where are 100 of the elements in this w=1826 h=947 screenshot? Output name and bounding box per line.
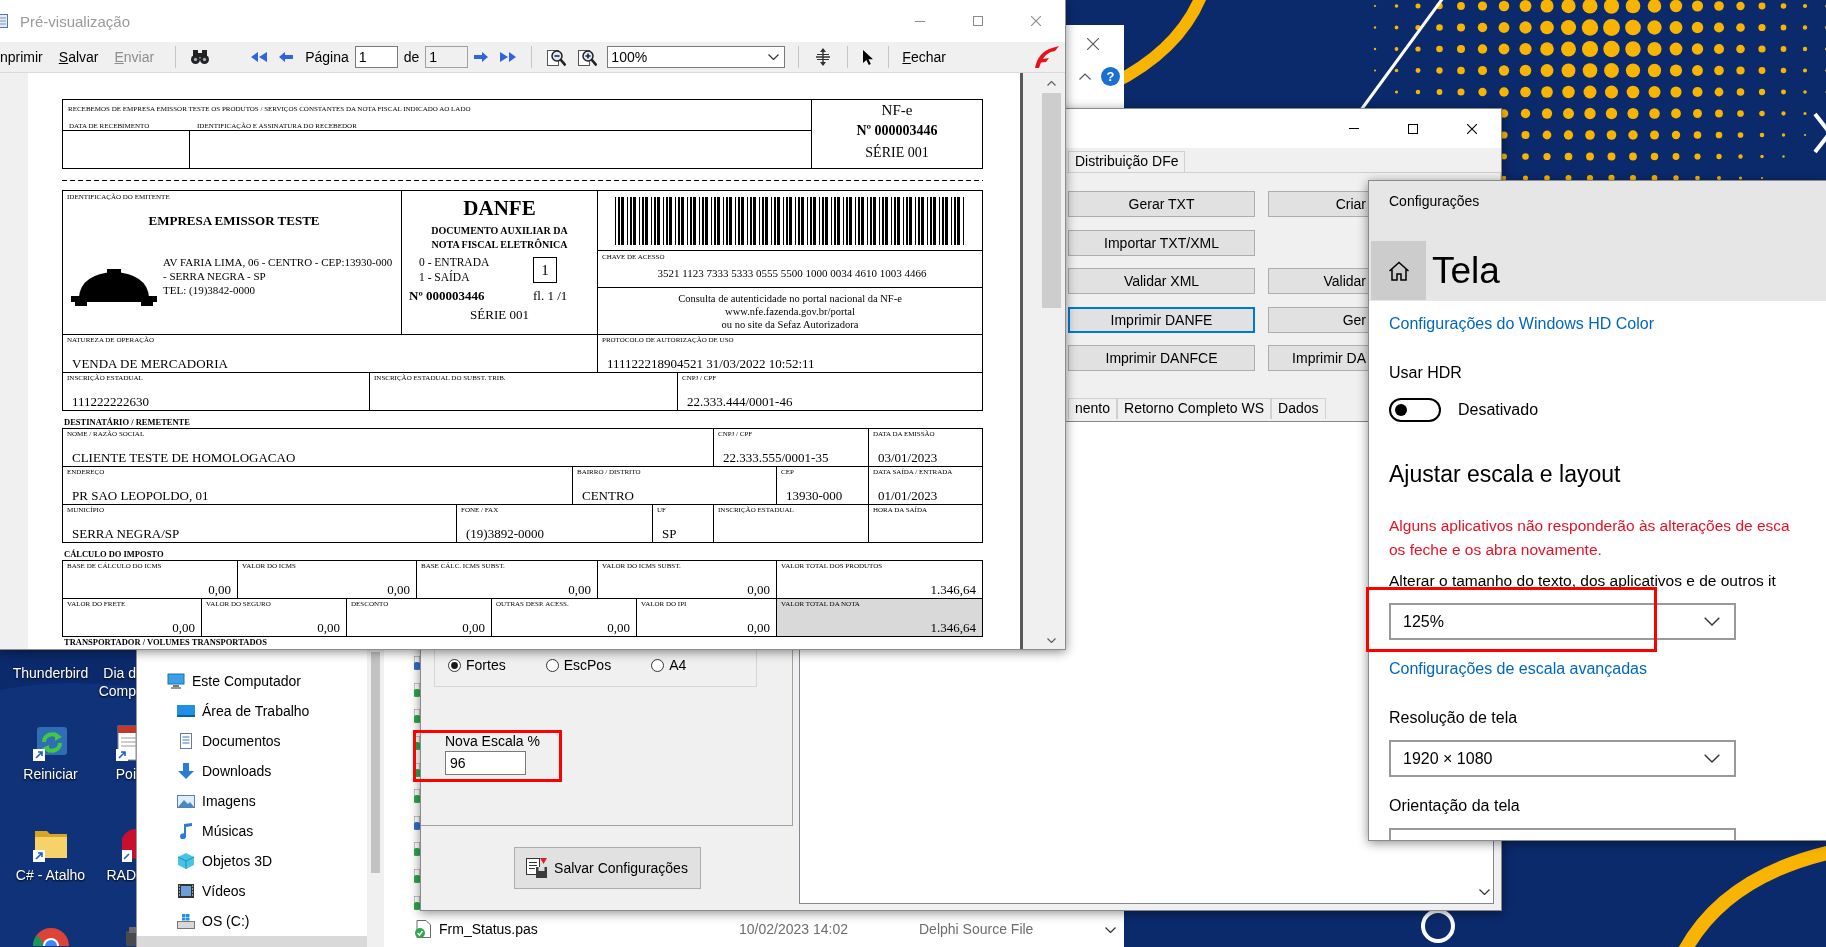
nav-item[interactable]: Este Computador xyxy=(137,666,367,696)
music-note-icon xyxy=(177,823,195,839)
advanced-scaling-link[interactable]: Configurações de escala avançadas xyxy=(1389,658,1647,680)
action-button[interactable]: Ger xyxy=(1268,306,1369,333)
nav-item[interactable]: Músicas xyxy=(137,816,367,846)
arrow-left-icon[interactable] xyxy=(279,52,294,62)
minimize-icon xyxy=(915,20,925,22)
action-button[interactable]: Validar xyxy=(1268,268,1369,294)
radio-icon[interactable] xyxy=(651,658,665,672)
radio-button[interactable]: A4 xyxy=(651,657,687,673)
move-arrows-icon[interactable] xyxy=(814,48,833,66)
nav-item[interactable]: Documentos xyxy=(137,726,367,756)
file-name[interactable]: Frm_Status.pas xyxy=(439,921,739,938)
action-button[interactable]: Validar XML xyxy=(1068,268,1255,294)
desktop-icon-label[interactable]: Reiniciar xyxy=(23,765,78,783)
nav-item[interactable]: Área de Trabalho xyxy=(137,696,367,726)
desktop-icon-label[interactable]: Thunderbird xyxy=(12,664,89,682)
refresh-arrows-icon[interactable] xyxy=(32,725,69,761)
field-value: 22.333.444/0001-46 xyxy=(686,394,794,409)
round-app-icon[interactable] xyxy=(30,927,71,946)
scroll-up-icon[interactable] xyxy=(1046,81,1056,86)
radio-icon[interactable] xyxy=(448,658,461,672)
tab[interactable]: Dados xyxy=(1271,398,1326,419)
company-phone: TEL: (19)3842-0000 xyxy=(163,283,256,297)
scroll-down-icon[interactable] xyxy=(1478,889,1490,895)
setting-label: Usar HDR xyxy=(1389,363,1462,383)
resolution-dropdown[interactable]: 1920 × 1080 xyxy=(1389,740,1736,777)
scale-dropdown[interactable]: 125% xyxy=(1389,603,1736,640)
radio-button[interactable]: EscPos xyxy=(545,657,612,673)
print-button[interactable]: nprimir xyxy=(0,47,47,67)
nav-item[interactable]: Vídeos xyxy=(137,876,367,906)
window-title: Configurações xyxy=(1388,192,1481,210)
page-count-label: de xyxy=(403,49,420,65)
close-preview-button[interactable]: Fechar xyxy=(898,47,950,67)
field-value: 0,00 xyxy=(171,620,196,635)
action-button[interactable]: Imprimir DANFCE xyxy=(1068,345,1255,371)
file-type: Delphi Source File xyxy=(919,921,1034,938)
field-value: 0,00 xyxy=(461,620,486,635)
arrow-right-icon[interactable] xyxy=(474,52,489,62)
action-button[interactable]: Gerar TXT xyxy=(1068,191,1255,217)
page-count-field: 1 xyxy=(425,46,469,68)
tab[interactable]: Distribuição DFe xyxy=(1068,151,1186,172)
radio-icon[interactable] xyxy=(545,658,559,672)
close-button[interactable] xyxy=(1087,38,1099,50)
action-button[interactable]: Importar TXT/XML xyxy=(1068,229,1255,256)
section-heading: CÁLCULO DO IMPOSTO xyxy=(63,548,165,561)
zoom-out-icon[interactable] xyxy=(547,47,567,67)
round-app-icon[interactable] xyxy=(122,826,136,862)
help-button[interactable]: ? xyxy=(1101,67,1120,86)
file-icon[interactable] xyxy=(414,920,432,939)
field-value: 1.346,64 xyxy=(929,582,977,597)
field-value: 0,00 xyxy=(567,582,592,597)
field-value: (19)3892-0000 xyxy=(465,526,545,541)
zoom-in-icon[interactable] xyxy=(578,47,598,67)
home-icon xyxy=(1387,260,1410,281)
pointer-icon[interactable] xyxy=(863,49,874,65)
field-label: Nova Escala % xyxy=(445,733,540,749)
action-button[interactable]: Criar xyxy=(1268,191,1369,217)
orientation-dropdown[interactable] xyxy=(1389,828,1736,840)
tab[interactable]: Retorno Completo WS xyxy=(1117,398,1272,419)
close-icon xyxy=(1466,123,1477,134)
binoculars-icon[interactable] xyxy=(191,50,210,64)
setting-label: Orientação da tela xyxy=(1389,796,1520,816)
zoom-dropdown[interactable]: 100% xyxy=(607,46,786,68)
ring-mark xyxy=(1421,909,1455,943)
sheet-number: fl. 1 /1 xyxy=(533,288,568,304)
nav-item[interactable]: OS (C:) xyxy=(137,906,367,936)
desktop-icon-label[interactable]: RAD xyxy=(106,866,136,884)
field-value: 03/01/2023 xyxy=(877,450,939,465)
scroll-down-icon[interactable] xyxy=(1046,638,1056,643)
radio-button[interactable]: Fortes xyxy=(448,657,506,673)
setting-label: Resolução de tela xyxy=(1389,708,1518,728)
scrollbar-thumb[interactable] xyxy=(371,652,380,873)
field-value: CENTRO xyxy=(581,488,635,503)
chevron-up-icon[interactable] xyxy=(1079,73,1091,80)
action-button[interactable]: Imprimir DANFE xyxy=(1068,306,1255,333)
desktop-icon-label[interactable]: Poi xyxy=(115,765,136,783)
nav-item[interactable]: Imagens xyxy=(137,786,367,816)
invoice-series: SÉRIE 001 xyxy=(865,143,929,162)
nav-item[interactable]: Downloads xyxy=(137,756,367,786)
tab[interactable]: nento xyxy=(1068,398,1118,419)
hd-color-link[interactable]: Configurações do Windows HD Color xyxy=(1389,313,1654,335)
double-arrow-left-icon[interactable] xyxy=(251,52,268,62)
nav-item[interactable]: Objetos 3D xyxy=(137,846,367,876)
scrollbar-thumb[interactable] xyxy=(1041,93,1061,308)
desktop-icon-label[interactable]: Dia d Comp xyxy=(98,664,136,700)
double-arrow-right-icon[interactable] xyxy=(500,52,517,62)
scroll-down-icon[interactable] xyxy=(1105,927,1116,933)
save-button[interactable]: Salvar xyxy=(54,47,103,67)
action-button[interactable]: Imprimir DA xyxy=(1268,345,1369,371)
company-address: AV FARIA LIMA, 06 - CENTRO - CEP:13930-000 - SERRA NEGRA - SP xyxy=(163,255,394,283)
scale-input[interactable]: 96 xyxy=(445,751,526,775)
document-icon[interactable] xyxy=(116,725,136,761)
chevron-down-icon xyxy=(768,54,780,60)
save-settings-button[interactable]: Salvar Configurações xyxy=(513,847,701,889)
desktop-icon-label[interactable]: C# - Atalho xyxy=(15,866,86,884)
field-value: 0,00 xyxy=(746,620,771,635)
home-button[interactable] xyxy=(1371,241,1426,300)
toggle-switch[interactable] xyxy=(1389,398,1441,422)
page-number-field[interactable]: 1 xyxy=(354,46,398,68)
